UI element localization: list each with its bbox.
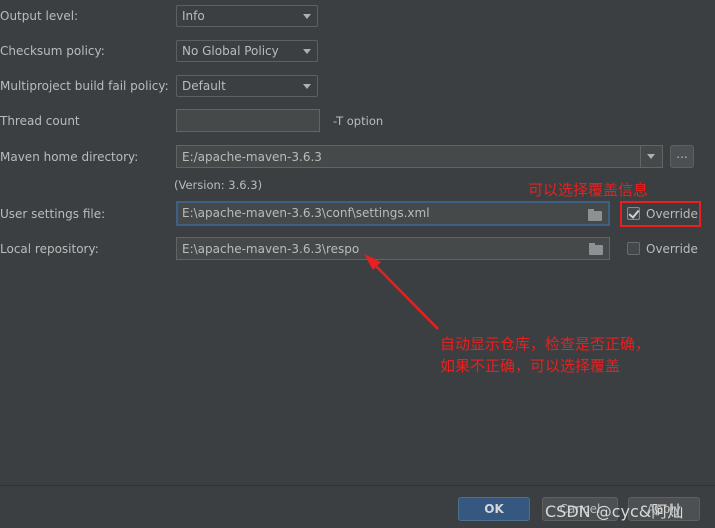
footer-divider bbox=[0, 485, 715, 486]
annotation-arrow bbox=[364, 254, 439, 330]
ok-button[interactable]: OK bbox=[458, 497, 530, 521]
annotation-line-2: 如果不正确，可以选择覆盖 bbox=[440, 357, 621, 375]
annotation-line-1: 自动显示仓库，检查是否正确， bbox=[440, 335, 651, 353]
watermark: CSDN @cyc&阿灿 bbox=[545, 502, 684, 521]
